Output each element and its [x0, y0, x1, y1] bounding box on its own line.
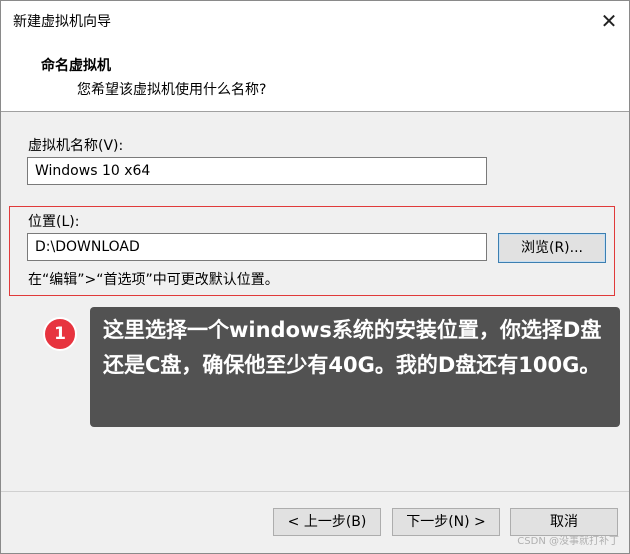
location-hint: 在“编辑”>“首选项”中可更改默认位置。 — [28, 272, 279, 288]
new-vm-wizard-window: 新建虚拟机向导 ✕ 命名虚拟机 您希望该虚拟机使用什么名称? 虚拟机名称(V):… — [0, 0, 630, 554]
window-title: 新建虚拟机向导 — [13, 14, 111, 30]
vm-name-input[interactable]: Windows 10 x64 — [27, 157, 487, 185]
callout-number-badge: 1 — [43, 317, 77, 351]
wizard-header: 命名虚拟机 您希望该虚拟机使用什么名称? — [1, 39, 629, 112]
location-input[interactable]: D:\DOWNLOAD — [27, 233, 487, 261]
next-button[interactable]: 下一步(N) > — [392, 508, 500, 536]
vm-name-label: 虚拟机名称(V): — [28, 138, 124, 154]
location-label: 位置(L): — [28, 214, 80, 230]
title-bar: 新建虚拟机向导 ✕ — [1, 1, 629, 39]
browse-button[interactable]: 浏览(R)... — [498, 233, 606, 263]
back-button[interactable]: < 上一步(B) — [273, 508, 381, 536]
callout-text: 这里选择一个windows系统的安装位置，你选择D盘还是C盘，确保他至少有40G… — [103, 318, 602, 377]
watermark: CSDN @没事就打补丁 — [517, 536, 619, 547]
footer-divider — [1, 491, 629, 492]
page-title: 命名虚拟机 — [41, 58, 111, 74]
close-icon[interactable]: ✕ — [597, 9, 621, 33]
page-subtitle: 您希望该虚拟机使用什么名称? — [77, 82, 267, 98]
annotation-callout: 这里选择一个windows系统的安装位置，你选择D盘还是C盘，确保他至少有40G… — [90, 307, 620, 427]
